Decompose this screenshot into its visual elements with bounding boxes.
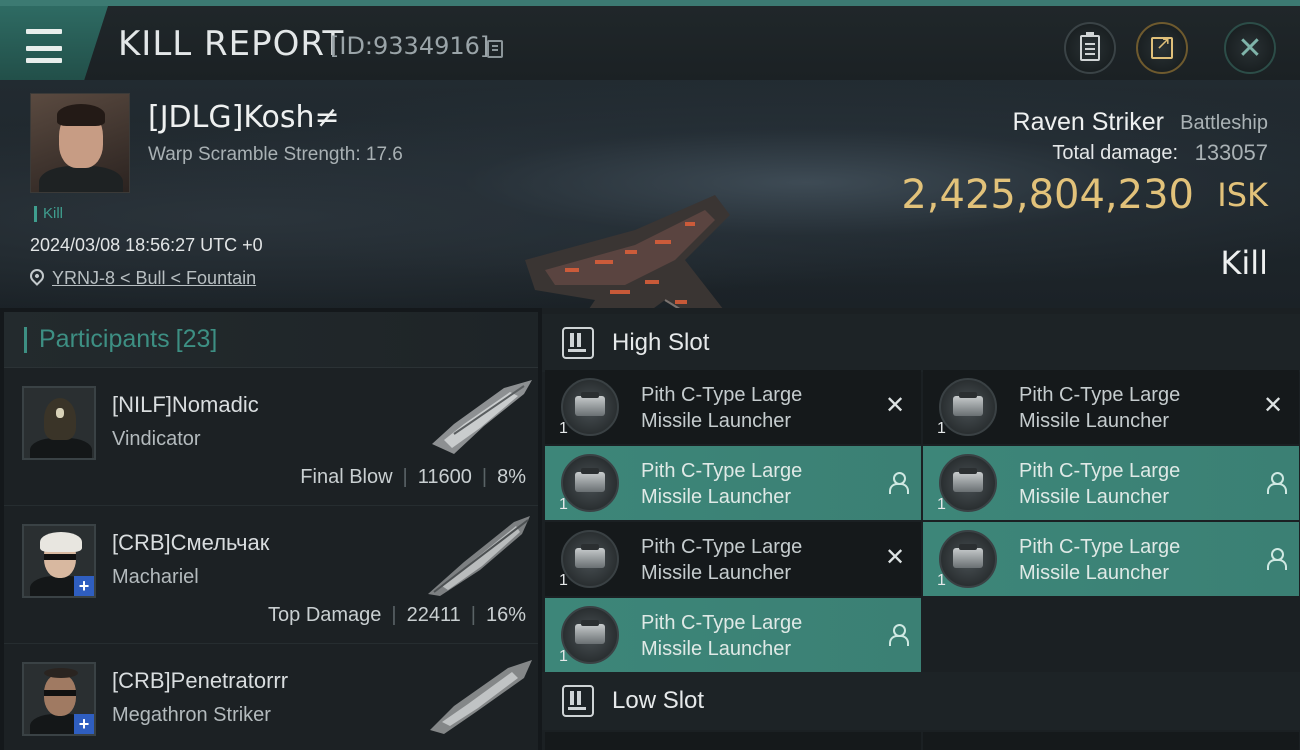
total-damage-value: 133057 [1194,140,1268,165]
victim-ship-name[interactable]: Raven Striker [1013,108,1164,137]
module-item[interactable]: 1 Pith C-Type Large Missile Launcher [545,446,921,520]
destroyed-x-icon: ✕ [884,392,906,419]
participant-ship: Vindicator [112,428,201,450]
module-name: Pith C-Type Large Missile Launcher [641,384,803,432]
victim-ship-class: Battleship [1180,112,1268,134]
victim-summary: [JDLG]Kosh≠ Warp Scramble Strength: 17.6… [0,80,1300,359]
participant-damage: 11600 [417,466,472,488]
missile-launcher-icon [561,378,619,436]
participant-stats: Top Damage | 22411 | 16% [268,604,526,626]
avatar: + [22,662,96,736]
high-slot-icon [562,327,594,359]
isk-value: 2,425,804,230 [901,172,1194,218]
missile-launcher-icon [561,606,619,664]
plus-badge: + [74,576,94,596]
module-item[interactable]: 1 Pith C-Type Large Missile Launcher [923,522,1299,596]
participant-stats: Final Blow | 11600 | 8% [300,466,526,488]
victim-pilot-name[interactable]: [JDLG]Kosh≠ [148,100,340,135]
participant-percent: 16% [485,604,526,626]
participant-row[interactable]: + [CRB]Penetratorrr Megathron Striker [4,644,538,750]
module-item[interactable]: 1 Pith C-Type Large Missile Launcher [545,598,921,672]
module-name: Pith C-Type Large Missile Launcher [1019,460,1181,508]
kill-tag: Kill [34,206,63,222]
clipboard-button[interactable] [1064,22,1116,74]
module-name: Pith C-Type Large Missile Launcher [641,612,803,660]
missile-launcher-icon [561,454,619,512]
kill-location-link[interactable]: YRNJ-8 < Bull < Fountain [52,268,256,289]
kill-datetime: 2024/03/08 18:56:27 UTC +0 [30,235,263,255]
participants-panel: Participants [23] [NILF]Nomadic Vindicat… [4,312,538,750]
participant-ship-image [428,516,530,596]
avatar [22,386,96,460]
module-name: Pith C-Type Large Missile Launcher [641,536,803,584]
participant-role: Top Damage [268,604,382,626]
share-button[interactable] [1136,22,1188,74]
clipboard-icon [1080,32,1100,61]
avatar: + [22,524,96,598]
module-name: Pith C-Type Large Missile Launcher [1019,384,1181,432]
page-title: KILL REPORT [118,24,345,64]
participants-header[interactable]: Participants [23] [4,312,538,368]
participant-damage: 22411 [406,604,461,626]
report-id: [ID:9334916] [330,32,490,60]
missile-launcher-icon [939,530,997,588]
low-slot-icon [562,685,594,717]
participants-label: Participants [39,325,170,353]
warp-scramble-strength: Warp Scramble Strength: 17.6 [148,144,403,165]
copy-icon[interactable] [487,40,503,58]
participant-ship-image [432,380,532,454]
module-item[interactable]: 1 Pith C-Type Large Missile Launcher ✕ [545,522,921,596]
participant-name: [CRB]Смельчак [112,530,270,555]
dropped-person-icon [1267,548,1287,570]
plus-badge: + [74,714,94,734]
low-slot-header: Low Slot [542,672,1300,730]
module-item[interactable]: 1 Pith C-Type Large Missile Launcher [923,446,1299,520]
low-slot-label: Low Slot [612,687,705,714]
menu-button[interactable] [0,6,108,80]
participant-percent: 8% [497,466,526,488]
participant-row[interactable]: + [CRB]Смельчак Machariel Top Damage | 2… [4,506,538,644]
participant-role: Final Blow [300,466,393,488]
participant-ship: Machariel [112,566,199,588]
report-result: Kill [1220,244,1268,282]
missile-launcher-icon [939,454,997,512]
dropped-person-icon [889,472,909,494]
total-damage-label: Total damage: [1052,142,1178,164]
victim-portrait[interactable] [30,93,130,193]
destroyed-x-icon: ✕ [884,544,906,571]
isk-unit: ISK [1217,176,1268,214]
participant-name: [NILF]Nomadic [112,392,259,417]
participants-count: [23] [175,325,218,353]
module-item[interactable] [545,732,921,750]
top-bar: KILL REPORT [ID:9334916] ✕ [0,0,1300,80]
fitting-panel: High Slot 1 Pith C-Type Large Missile Lau… [542,308,1300,750]
close-button[interactable]: ✕ [1224,22,1276,74]
participant-row[interactable]: [NILF]Nomadic Vindicator Final Blow | 11… [4,368,538,506]
module-name: Pith C-Type Large Missile Launcher [641,460,803,508]
participant-ship: Megathron Striker [112,704,271,726]
participant-name: [CRB]Penetratorrr [112,668,289,693]
destroyed-x-icon: ✕ [1262,392,1284,419]
close-icon: ✕ [1237,31,1263,65]
share-icon [1151,33,1173,59]
high-slot-header: High Slot [542,314,1300,372]
dropped-person-icon [889,624,909,646]
high-slot-label: High Slot [612,329,710,356]
hamburger-menu-icon [26,28,62,70]
missile-launcher-icon [939,378,997,436]
module-item[interactable]: 1 Pith C-Type Large Missile Launcher ✕ [545,370,921,444]
missile-launcher-icon [561,530,619,588]
module-name: Pith C-Type Large Missile Launcher [1019,536,1181,584]
dropped-person-icon [1267,472,1287,494]
location-pin-icon [27,266,47,286]
participant-ship-image [430,660,532,734]
module-item[interactable] [923,732,1299,750]
module-item[interactable]: 1 Pith C-Type Large Missile Launcher ✕ [923,370,1299,444]
